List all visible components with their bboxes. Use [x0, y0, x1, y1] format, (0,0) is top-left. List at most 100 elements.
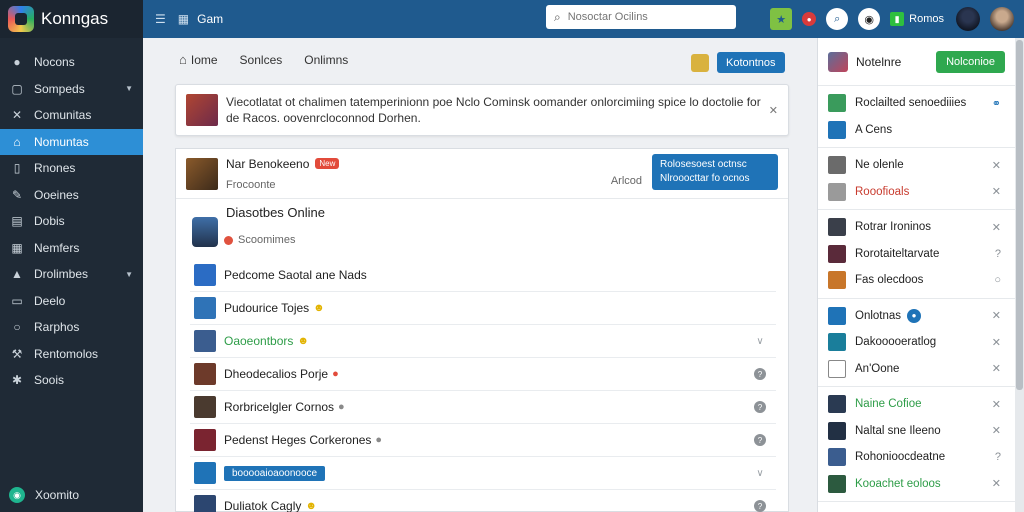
list-item[interactable]: Pudourice Tojes ☻ — [190, 292, 776, 325]
panel-item-label: Naltal sne Ileeno — [855, 424, 941, 437]
tab-online[interactable]: Onlimns — [304, 53, 348, 67]
sidebar-item-2[interactable]: ✕ Comunitas — [0, 102, 143, 129]
panel-item[interactable]: Onlotnas ● ✕ — [818, 303, 1015, 330]
card-cta-button[interactable]: Rolosesoest octnsc Nlrooocttar fo ocnos — [652, 154, 778, 190]
notice-banner: Viecotlatat ot chalimen tatemperinionn p… — [175, 84, 789, 136]
sidebar-item-9[interactable]: ▭ Deelo — [0, 288, 143, 315]
info-icon[interactable]: ? — [754, 401, 766, 413]
panel-item[interactable]: Dakooooeratlog ✕ — [818, 329, 1015, 356]
emoji-icon: ☻ — [305, 500, 317, 512]
close-icon[interactable]: ✕ — [992, 159, 1001, 172]
info-icon[interactable]: ? — [754, 368, 766, 380]
info-icon[interactable]: ? — [754, 500, 766, 512]
settings-icon[interactable]: ◉ — [858, 8, 881, 30]
menu-icon[interactable]: ☰ — [155, 12, 166, 26]
search-box[interactable]: ⌕ — [546, 5, 736, 29]
panel-item[interactable]: Rohonioocdeatne? — [818, 444, 1015, 471]
panel-item[interactable]: Roclailted senoediiies ⚭ — [818, 90, 1015, 117]
help-icon[interactable]: ? — [995, 451, 1001, 463]
app-logo[interactable]: Konngas — [0, 0, 143, 38]
close-icon[interactable]: ✕ — [992, 221, 1001, 234]
dashboard-icon[interactable]: ▦ — [178, 12, 189, 26]
sidebar-item-8[interactable]: ▲ Drolimbes ▼ — [0, 261, 143, 288]
sidebar-item-11[interactable]: ⚒ Rentomolos — [0, 341, 143, 368]
list-item[interactable]: Pedenst Heges Corkerones ●? — [190, 424, 776, 457]
tab-home[interactable]: Iome — [191, 53, 218, 67]
sidebar-item-3[interactable]: ⌂ Nomuntas — [0, 128, 143, 155]
notification-icon[interactable]: ● — [802, 12, 817, 26]
list-item[interactable]: Dheodecalios Porje ●? — [190, 358, 776, 391]
chevron-down-icon[interactable]: ∨ — [754, 467, 766, 479]
panel-item[interactable]: Rorotaiteltarvate? — [818, 241, 1015, 268]
topbar-actions: ★ ● ⌕ ◉ ▮ Romos — [770, 0, 1024, 38]
chevron-down-icon[interactable]: ∨ — [754, 335, 766, 347]
panel-item-icon — [828, 306, 846, 325]
scrollbar-thumb[interactable] — [1016, 40, 1023, 390]
sidebar-footer-item[interactable]: ◉ Xoomito — [9, 487, 79, 503]
link-icon[interactable]: ⚭ — [992, 97, 1001, 110]
list-item-label: Pedenst Heges Corkerones ● — [224, 433, 382, 447]
list-item-icon — [194, 429, 216, 451]
panel-item[interactable]: Ne olenle ✕ — [818, 152, 1015, 179]
scrollbar[interactable] — [1015, 38, 1024, 512]
close-icon[interactable]: ✕ — [992, 398, 1001, 411]
list-item-text: Pudourice Tojes — [224, 301, 310, 315]
close-icon[interactable]: ✕ — [992, 309, 1001, 322]
search-alt-icon[interactable]: ⌕ — [826, 8, 849, 30]
info-icon[interactable]: ? — [754, 434, 766, 446]
close-icon[interactable]: ✕ — [992, 185, 1001, 198]
sidebar-item-label: Sompeds — [34, 81, 85, 96]
circle-icon[interactable]: ○ — [994, 274, 1001, 286]
panel-action-button[interactable]: Nolconioe — [936, 50, 1005, 73]
close-icon[interactable]: ✕ — [769, 104, 778, 117]
list-item-icon — [194, 363, 216, 385]
panel-item[interactable]: Rooofioals ✕ — [818, 179, 1015, 206]
profile-avatar[interactable] — [990, 7, 1014, 31]
close-icon[interactable]: ✕ — [992, 336, 1001, 349]
sidebar-item-1[interactable]: ▢ Sompeds ▼ — [0, 76, 143, 103]
search-input[interactable] — [567, 11, 718, 23]
close-icon[interactable]: ✕ — [992, 424, 1001, 437]
close-icon[interactable]: ✕ — [992, 477, 1001, 490]
notice-text: Viecotlatat ot chalimen tatemperinionn p… — [226, 95, 761, 125]
panel-item[interactable]: Naine Cofioe ✕ — [818, 391, 1015, 418]
sidebar-item-0[interactable]: ● Nocons — [0, 49, 143, 76]
panel-item[interactable]: An'Oone ✕ — [818, 356, 1015, 383]
home-icon[interactable]: ⌂ — [179, 52, 187, 67]
panel-item[interactable]: Rotrar Ironinos ✕ — [818, 214, 1015, 241]
sidebar-item-12[interactable]: ✱ Soois — [0, 367, 143, 394]
logo-icon — [8, 6, 34, 32]
list-item-text: Rorbricelgler Cornos — [224, 400, 335, 414]
status-indicator[interactable]: ▮ Romos — [890, 12, 944, 26]
star-icon[interactable]: ★ — [770, 8, 793, 30]
sidebar-item-10[interactable]: ○ Rarphos — [0, 314, 143, 341]
tab-services[interactable]: Sonlces — [240, 53, 283, 67]
list-item[interactable]: Pedcome Saotal ane Nads — [190, 259, 776, 292]
top-action-button[interactable]: Kotontnos — [717, 52, 785, 73]
sidebar-item-7[interactable]: ▦ Nemfers — [0, 235, 143, 262]
panel-item-icon — [828, 156, 846, 175]
list-item-icon — [194, 297, 216, 319]
list-item-pill[interactable]: booooaioaoonooce — [224, 465, 326, 481]
tab-bar: ⌂ Iome Sonlces Onlimns — [179, 52, 348, 67]
panel-item-icon — [828, 271, 846, 290]
panel-item-label: A Cens — [855, 123, 893, 136]
sidebar-item-6[interactable]: ▤ Dobis — [0, 208, 143, 235]
panel-item[interactable]: Kooachet eoloos ✕ — [818, 471, 1015, 498]
sidebar-item-4[interactable]: ▯ Rnones — [0, 155, 143, 182]
list-item[interactable]: Rorbricelgler Cornos ●? — [190, 391, 776, 424]
chevron-down-icon[interactable]: ▼ — [125, 84, 133, 93]
list-item[interactable]: booooaioaoonooce ∨ — [190, 457, 776, 490]
chevron-down-icon[interactable]: ▼ — [125, 270, 133, 279]
list-item[interactable]: Duliatok Cagly ☻? — [190, 490, 776, 512]
panel-item[interactable]: Naltal sne Ileeno ✕ — [818, 418, 1015, 445]
panel-item[interactable]: A Cens — [818, 117, 1015, 144]
sidebar-item-5[interactable]: ✎ Ooeines — [0, 182, 143, 209]
list-item[interactable]: Oaoeontbors ☻ ∨ — [190, 325, 776, 358]
close-icon[interactable]: ✕ — [992, 362, 1001, 375]
panel-item-icon — [828, 244, 846, 263]
panel-item[interactable]: Fas olecdoos ○ — [818, 267, 1015, 294]
sidebar-item-label: Comunitas — [34, 108, 92, 123]
user-avatar[interactable] — [956, 7, 980, 31]
help-icon[interactable]: ? — [995, 248, 1001, 260]
